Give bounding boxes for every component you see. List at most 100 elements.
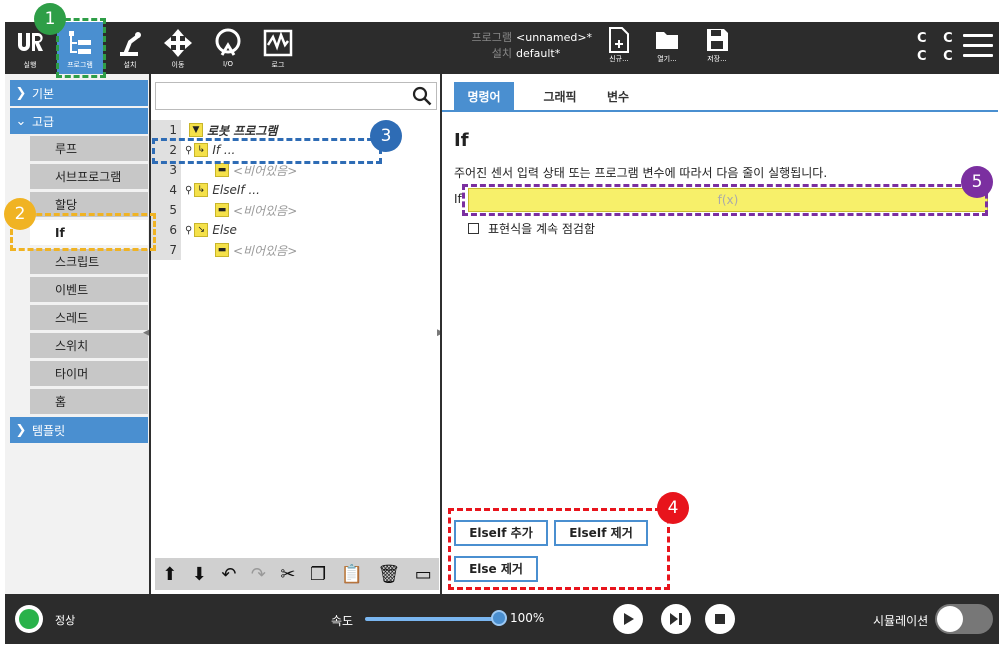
annotation-marker-5: 5 bbox=[961, 166, 993, 198]
sidebar-item-home[interactable]: 홈 bbox=[30, 389, 148, 414]
paste-clipboard-icon[interactable]: 📋 bbox=[341, 564, 363, 585]
step-forward-icon bbox=[670, 613, 682, 625]
sidebar-item-subprogram[interactable]: 서브프로그램 bbox=[30, 164, 148, 189]
line-number: 5 bbox=[151, 200, 181, 220]
else-node-icon: ↘ bbox=[194, 223, 209, 237]
line-number: 2 bbox=[151, 140, 181, 160]
save-file-button[interactable]: 저장... bbox=[699, 26, 735, 64]
breakpoint-pin-icon[interactable]: ⚲ bbox=[185, 225, 192, 236]
line-number: 3 bbox=[151, 160, 181, 180]
command-description: 주어진 센서 입력 상태 또는 프로그램 변수에 따라서 다음 줄이 실행됩니다… bbox=[454, 166, 828, 180]
category-basic[interactable]: ❯ 기본 bbox=[10, 80, 148, 106]
installation-tab[interactable]: 설치 bbox=[107, 22, 153, 74]
continuous-check-checkbox[interactable] bbox=[468, 223, 479, 234]
play-button[interactable] bbox=[613, 604, 643, 634]
new-label: 신규... bbox=[609, 55, 629, 63]
cc-top: C C bbox=[917, 31, 959, 46]
collapse-triangle-icon[interactable]: ▼ bbox=[189, 123, 203, 137]
add-elseif-button[interactable]: ElseIf 추가 bbox=[454, 520, 548, 546]
speed-slider-handle[interactable] bbox=[491, 610, 507, 626]
copy-icon[interactable]: ❐ bbox=[310, 564, 326, 585]
program-tab[interactable]: 프로그램 bbox=[57, 22, 103, 74]
chevron-down-icon: ⌄ bbox=[15, 113, 27, 129]
simulation-label: 시뮬레이션 bbox=[873, 614, 929, 628]
sidebar-item-thread[interactable]: 스레드 bbox=[30, 305, 148, 330]
open-file-button[interactable]: 열기... bbox=[649, 26, 685, 64]
sidebar-item-script[interactable]: 스크립트 bbox=[30, 249, 148, 274]
stop-button[interactable] bbox=[705, 604, 735, 634]
sidebar-item-switch[interactable]: 스위치 bbox=[30, 333, 148, 358]
speed-value: 100% bbox=[510, 611, 545, 625]
move-down-arrow-icon[interactable]: ⬇ bbox=[192, 564, 207, 585]
tree-node-label: If ... bbox=[212, 143, 236, 157]
chevron-right-icon: ❯ bbox=[15, 422, 27, 438]
tree-node-label: <비어있음> bbox=[233, 203, 298, 218]
tree-node-label: Else bbox=[212, 223, 237, 237]
program-info: 프로그램 <unnamed>* 설치 default* bbox=[460, 30, 593, 62]
program-tree-icon bbox=[69, 31, 91, 54]
new-file-icon bbox=[609, 27, 629, 53]
remove-else-button[interactable]: Else 제거 bbox=[454, 556, 538, 582]
move-up-arrow-icon[interactable]: ⬆ bbox=[162, 564, 177, 585]
move-tab[interactable]: 이동 bbox=[155, 22, 201, 74]
continuous-check-label: 표현식을 계속 점검함 bbox=[488, 222, 595, 236]
tree-row[interactable]: 5 ▬ <비어있음> bbox=[151, 200, 441, 220]
empty-node-icon: ▬ bbox=[215, 163, 229, 177]
category-templates-label: 템플릿 bbox=[32, 423, 66, 438]
sidebar-item-if[interactable]: If bbox=[30, 220, 148, 245]
new-file-button[interactable]: 신규... bbox=[601, 26, 637, 64]
tab-command[interactable]: 명령어 bbox=[454, 82, 514, 112]
line-number: 1 bbox=[151, 120, 181, 140]
tab-variables[interactable]: 변수 bbox=[588, 82, 648, 112]
program-tree-panel: 1 ▼ 로봇 프로그램 2 ⚲ ↳ If ... 3 ▬ <비어있음> 4 ⚲ … bbox=[149, 74, 440, 594]
breakpoint-pin-icon[interactable]: ⚲ bbox=[185, 145, 192, 156]
simulation-toggle[interactable] bbox=[935, 604, 993, 634]
play-icon bbox=[624, 613, 634, 625]
move-label: 이동 bbox=[171, 61, 185, 69]
tree-row[interactable]: 6 ⚲ ↘ Else bbox=[151, 220, 441, 240]
sidebar-item-timer[interactable]: 타이머 bbox=[30, 361, 148, 386]
io-tab[interactable]: I/O bbox=[205, 22, 251, 74]
if-node-icon: ↳ bbox=[194, 143, 209, 157]
log-graph-icon bbox=[263, 29, 293, 57]
sidebar-item-event[interactable]: 이벤트 bbox=[30, 277, 148, 302]
tree-toolbar: ⬆ ⬇ ↶ ↷ ✂ ❐ 📋 🗑 ▭ bbox=[155, 558, 439, 590]
category-templates[interactable]: ❯ 템플릿 bbox=[10, 417, 148, 443]
program-name: <unnamed>* bbox=[516, 31, 593, 44]
remove-elseif-button[interactable]: ElseIf 제거 bbox=[554, 520, 648, 546]
sidebar-item-assignment[interactable]: 할당 bbox=[30, 192, 148, 217]
undo-icon[interactable]: ↶ bbox=[221, 564, 236, 585]
tab-graphics[interactable]: 그래픽 bbox=[530, 82, 590, 112]
run-label: 실행 bbox=[23, 61, 37, 69]
installation-label: 설치 bbox=[123, 61, 137, 69]
robot-arm-icon bbox=[120, 32, 141, 56]
tree-row[interactable]: 7 ▬ <비어있음> bbox=[151, 240, 441, 260]
suppress-line-icon[interactable]: ▭ bbox=[415, 564, 432, 585]
tree-node-label: ElseIf ... bbox=[212, 183, 260, 197]
save-label: 저장... bbox=[707, 55, 727, 63]
search-input[interactable] bbox=[155, 82, 437, 110]
tree-row[interactable]: 3 ▬ <비어있음> bbox=[151, 160, 441, 180]
search-icon[interactable] bbox=[412, 86, 432, 106]
speed-slider-track[interactable] bbox=[365, 617, 501, 621]
stop-icon bbox=[715, 614, 725, 624]
chevron-right-icon: ❯ bbox=[15, 85, 27, 101]
category-advanced[interactable]: ⌄ 고급 bbox=[10, 108, 148, 134]
hamburger-menu-icon[interactable] bbox=[963, 34, 993, 58]
log-label: 로그 bbox=[271, 61, 285, 69]
cc-indicator: C C C C bbox=[917, 30, 959, 66]
tree-row[interactable]: 4 ⚲ ↳ ElseIf ... bbox=[151, 180, 441, 200]
delete-trash-icon[interactable]: 🗑 bbox=[377, 564, 400, 585]
step-button[interactable] bbox=[661, 604, 691, 634]
continuous-check-option[interactable]: 표현식을 계속 점검함 bbox=[468, 220, 595, 237]
log-tab[interactable]: 로그 bbox=[255, 22, 301, 74]
annotation-marker-4: 4 bbox=[657, 492, 689, 524]
program-label: 프로그램 bbox=[67, 61, 93, 69]
breakpoint-pin-icon[interactable]: ⚲ bbox=[185, 185, 192, 196]
cut-scissors-icon[interactable]: ✂ bbox=[280, 564, 295, 585]
redo-icon[interactable]: ↷ bbox=[251, 564, 266, 585]
sidebar-item-loop[interactable]: 루프 bbox=[30, 136, 148, 161]
tree-node-label: 로봇 프로그램 bbox=[207, 123, 278, 138]
robot-status-icon[interactable] bbox=[15, 605, 43, 633]
expression-field[interactable]: f(x) bbox=[468, 188, 988, 212]
